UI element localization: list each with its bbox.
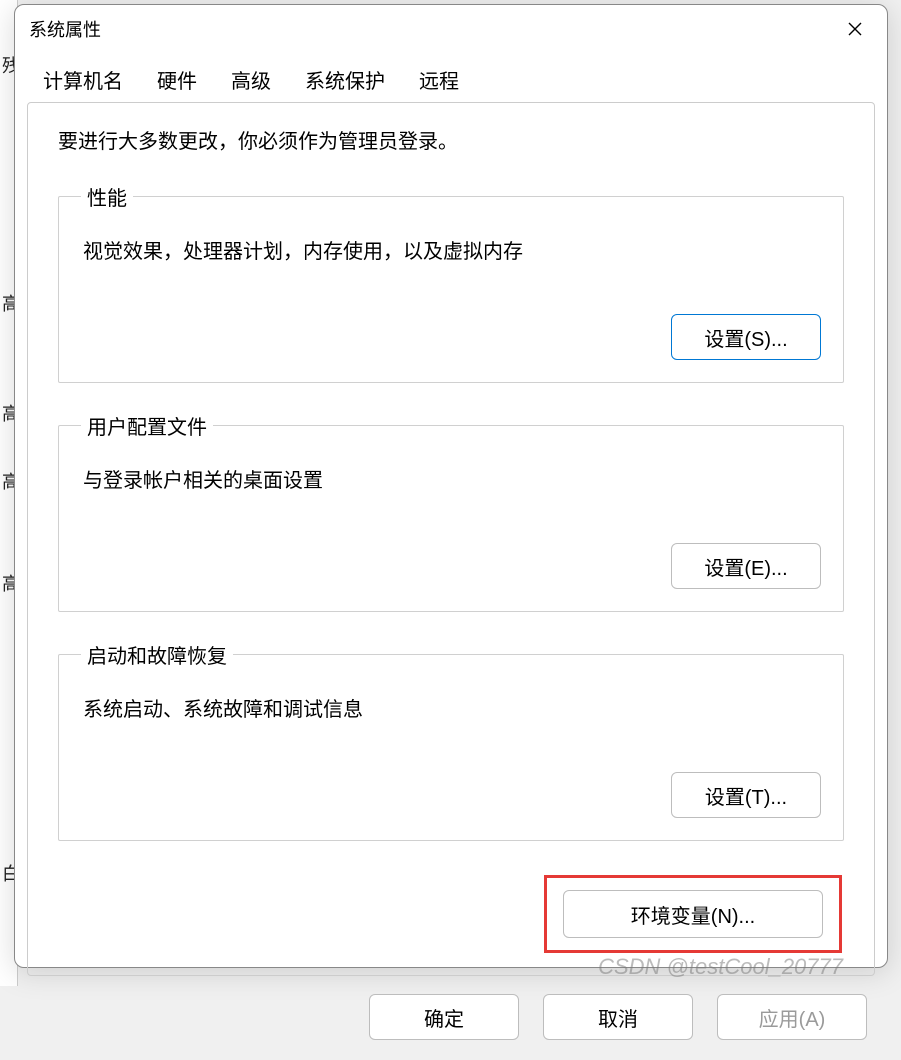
tab-strip: 计算机名 硬件 高级 系统保护 远程: [15, 49, 887, 102]
system-properties-dialog: 系统属性 计算机名 硬件 高级 系统保护 远程 要进行大多数更改，你必须作为管理…: [14, 4, 888, 968]
group-performance-legend: 性能: [81, 182, 133, 211]
env-highlight-box: 环境变量(N)...: [544, 875, 842, 953]
group-startup-recovery: 启动和故障恢复 系统启动、系统故障和调试信息 设置(T)...: [58, 640, 844, 841]
performance-settings-button[interactable]: 设置(S)...: [671, 314, 821, 360]
apply-button[interactable]: 应用(A): [717, 994, 867, 1040]
group-user-profiles-legend: 用户配置文件: [81, 411, 213, 440]
group-performance-desc: 视觉效果，处理器计划，内存使用，以及虚拟内存: [83, 235, 821, 264]
titlebar: 系统属性: [15, 5, 887, 49]
group-user-profiles: 用户配置文件 与登录帐户相关的桌面设置 设置(E)...: [58, 411, 844, 612]
tab-system-protection[interactable]: 系统保护: [289, 57, 401, 102]
dialog-footer: 确定 取消 应用(A): [15, 976, 887, 1060]
tab-remote[interactable]: 远程: [403, 57, 475, 102]
group-user-profiles-desc: 与登录帐户相关的桌面设置: [83, 464, 821, 493]
group-startup-recovery-desc: 系统启动、系统故障和调试信息: [83, 693, 821, 722]
tab-hardware[interactable]: 硬件: [141, 57, 213, 102]
tab-computer-name[interactable]: 计算机名: [27, 57, 139, 102]
environment-variables-row: 环境变量(N)...: [58, 875, 844, 953]
admin-notice: 要进行大多数更改，你必须作为管理员登录。: [58, 125, 844, 154]
user-profiles-settings-button[interactable]: 设置(E)...: [671, 543, 821, 589]
close-icon: [847, 21, 863, 37]
close-button[interactable]: [837, 15, 873, 43]
startup-recovery-settings-button[interactable]: 设置(T)...: [671, 772, 821, 818]
environment-variables-button[interactable]: 环境变量(N)...: [563, 890, 823, 938]
tab-content-advanced: 要进行大多数更改，你必须作为管理员登录。 性能 视觉效果，处理器计划，内存使用，…: [27, 102, 875, 976]
dialog-title: 系统属性: [29, 16, 101, 42]
ok-button[interactable]: 确定: [369, 994, 519, 1040]
cancel-button[interactable]: 取消: [543, 994, 693, 1040]
tab-advanced[interactable]: 高级: [215, 57, 287, 102]
group-performance: 性能 视觉效果，处理器计划，内存使用，以及虚拟内存 设置(S)...: [58, 182, 844, 383]
group-startup-recovery-legend: 启动和故障恢复: [81, 640, 233, 669]
